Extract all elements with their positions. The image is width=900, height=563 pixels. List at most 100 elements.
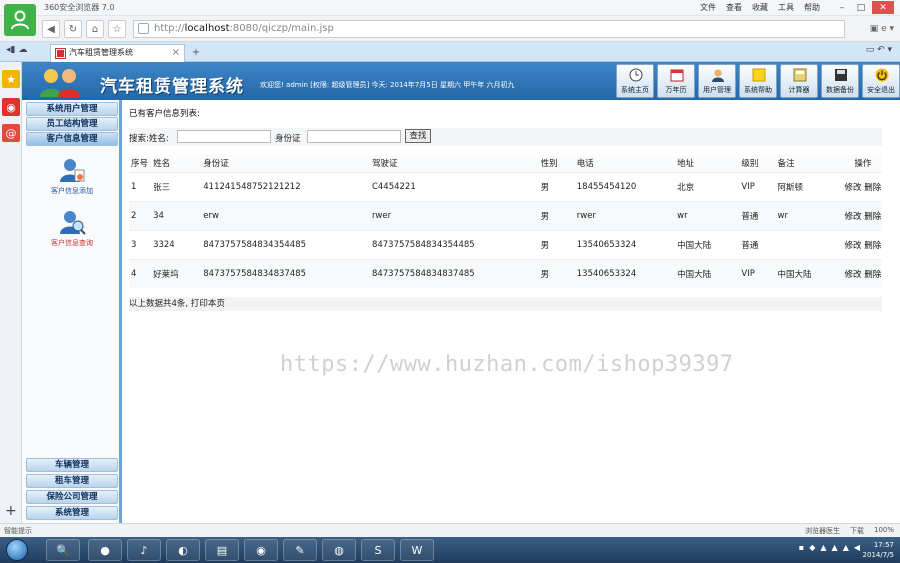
- taskbar-eclipse-icon[interactable]: S: [361, 539, 395, 561]
- delete-link[interactable]: 删除: [864, 270, 881, 280]
- status-hint[interactable]: 智能提示: [4, 526, 32, 536]
- delete-link[interactable]: 删除: [864, 212, 881, 222]
- tab-tools-icon[interactable]: ▭ ↶ ▾: [866, 45, 892, 55]
- browser-menu-bar: 文件 查看 收藏 工具 帮助: [700, 2, 820, 13]
- nav-rental[interactable]: 租车管理: [26, 474, 118, 488]
- id-card-search-input[interactable]: [307, 130, 401, 143]
- delete-link[interactable]: 删除: [864, 183, 881, 193]
- tray-icon[interactable]: ▲: [832, 543, 838, 552]
- tray-icon[interactable]: ◆: [809, 543, 815, 552]
- tab-strip: ◂▮ ☁ 汽车租赁管理系统 × + ▭ ↶ ▾: [0, 42, 900, 62]
- tray-icon[interactable]: ▲: [843, 543, 849, 552]
- menu-view[interactable]: 查看: [726, 2, 742, 13]
- email-icon[interactable]: @: [2, 124, 20, 142]
- delete-link[interactable]: 删除: [864, 241, 881, 251]
- customer-add-icon: [58, 156, 86, 184]
- taskbar-search-icon[interactable]: 🔍: [46, 539, 80, 561]
- watermark: https://www.huzhan.com/ishop39397: [280, 352, 734, 377]
- taskbar-itunes-icon[interactable]: ♪: [127, 539, 161, 561]
- clock-icon: [629, 68, 643, 82]
- nav-customer-add[interactable]: 客户信息添加: [26, 156, 118, 196]
- col-operation: 操作: [841, 155, 882, 172]
- taskbar-tool-icon[interactable]: ✎: [283, 539, 317, 561]
- tab-main[interactable]: 汽车租赁管理系统 ×: [50, 44, 185, 62]
- nav-system[interactable]: 系统管理: [26, 506, 118, 520]
- compat-mode-icon[interactable]: ▣ e ▾: [870, 24, 894, 34]
- data-backup-button[interactable]: 数据备份: [821, 64, 859, 98]
- browser-title: 360安全浏览器 7.0: [44, 3, 115, 12]
- back-icon[interactable]: ◀: [42, 20, 60, 38]
- nav-insurance-company[interactable]: 保险公司管理: [26, 490, 118, 504]
- calculator-button[interactable]: 计算器: [780, 64, 818, 98]
- refresh-icon[interactable]: ↻: [64, 20, 82, 38]
- taskbar-360-browser-icon[interactable]: ●: [88, 539, 122, 561]
- edit-link[interactable]: 修改: [845, 241, 862, 251]
- col-index: 序号: [129, 155, 152, 172]
- maximize-icon[interactable]: □: [853, 1, 869, 14]
- col-license: 驾驶证: [369, 155, 539, 172]
- home-page-button[interactable]: 系统主页: [616, 64, 654, 98]
- search-button[interactable]: 查找: [405, 129, 431, 143]
- close-icon[interactable]: ✕: [872, 1, 894, 14]
- menu-file[interactable]: 文件: [700, 2, 716, 13]
- add-icon[interactable]: +: [5, 503, 17, 519]
- nav-system-users[interactable]: 系统用户管理: [26, 102, 118, 116]
- new-tab-icon[interactable]: +: [189, 46, 203, 60]
- power-icon: [875, 68, 889, 82]
- table-row: 1 张三 411241548752121212 C4454221 男 18455…: [129, 171, 882, 201]
- system-help-button[interactable]: 系统帮助: [739, 64, 777, 98]
- edit-link[interactable]: 修改: [845, 270, 862, 280]
- nav-staff-structure[interactable]: 员工结构管理: [26, 117, 118, 131]
- col-address: 地址: [675, 155, 740, 172]
- nav-customer-info[interactable]: 客户信息管理: [26, 132, 118, 146]
- download-button[interactable]: 下载: [850, 526, 864, 536]
- record-count-footer[interactable]: 以上数据共4条, 打印本页: [129, 297, 882, 311]
- star-icon[interactable]: ☆: [108, 20, 126, 38]
- taskbar-word-icon[interactable]: W: [400, 539, 434, 561]
- user-management-button[interactable]: 用户管理: [698, 64, 736, 98]
- page-icon: [138, 23, 149, 34]
- taskbar-folder-icon[interactable]: ▤: [205, 539, 239, 561]
- app-title: 汽车租赁管理系统: [100, 77, 244, 97]
- menu-help[interactable]: 帮助: [804, 2, 820, 13]
- menu-favorites[interactable]: 收藏: [752, 2, 768, 13]
- start-button-icon[interactable]: [6, 539, 28, 561]
- address-bar: ◀ ↻ ⌂ ☆ http://localhost:8080/qiczp/main…: [0, 16, 900, 42]
- favorites-star-icon[interactable]: ★: [2, 70, 20, 88]
- status-tools: 浏览器医生 下载 100%: [805, 526, 894, 536]
- taskbar-clock[interactable]: 17:57 2014/7/5: [863, 540, 894, 560]
- menu-tools[interactable]: 工具: [778, 2, 794, 13]
- tray-icon[interactable]: ▪: [799, 543, 804, 552]
- edit-link[interactable]: 修改: [845, 183, 862, 193]
- col-phone: 电话: [574, 155, 676, 172]
- main-content: 已有客户信息列表: 搜索:姓名: 身份证 查找 序号 姓名 身份证 驾驶证 性别…: [125, 100, 900, 523]
- browser-doctor-button[interactable]: 浏览器医生: [805, 526, 840, 536]
- col-remark: 备注: [775, 155, 842, 172]
- nav-customer-query[interactable]: 客户信息查询: [26, 208, 118, 248]
- tab-close-icon[interactable]: ×: [172, 45, 180, 61]
- welcome-text: 欢迎您! admin [权限: 超级管理员] 今天: 2014年7月5日 星期六…: [260, 81, 515, 89]
- volume-icon[interactable]: ◀: [854, 543, 860, 552]
- disk-icon: [834, 68, 848, 82]
- app-header: 汽车租赁管理系统 欢迎您! admin [权限: 超级管理员] 今天: 2014…: [22, 62, 900, 100]
- name-search-input[interactable]: [177, 130, 271, 143]
- zoom-level[interactable]: 100%: [874, 526, 894, 536]
- app-toolbar: 系统主页 万年历 用户管理 系统帮助 计算器 数据备份 安全退出: [616, 64, 900, 98]
- home-icon[interactable]: ⌂: [86, 20, 104, 38]
- sidebar-toggle-icon[interactable]: ◂▮ ☁: [6, 45, 27, 55]
- taskbar-media-icon[interactable]: ◐: [166, 539, 200, 561]
- name-label: 搜索:姓名:: [129, 134, 169, 144]
- system-tray: ▪ ◆ ▲ ▲ ▲ ◀: [799, 543, 860, 552]
- calendar-button[interactable]: 万年历: [657, 64, 695, 98]
- edit-link[interactable]: 修改: [845, 212, 862, 222]
- taskbar: 🔍 ● ♪ ◐ ▤ ◉ ✎ ◍ S W ▪ ◆ ▲ ▲ ▲ ◀ 17:57 20…: [0, 537, 900, 563]
- minimize-icon[interactable]: –: [834, 1, 850, 14]
- weibo-icon[interactable]: ◉: [2, 98, 20, 116]
- logout-button[interactable]: 安全退出: [862, 64, 900, 98]
- tray-icon[interactable]: ▲: [820, 543, 826, 552]
- url-input[interactable]: http://localhost:8080/qiczp/main.jsp: [133, 20, 845, 38]
- col-gender: 性别: [538, 155, 575, 172]
- taskbar-globe-icon[interactable]: ◍: [322, 539, 356, 561]
- nav-vehicle[interactable]: 车辆管理: [26, 458, 118, 472]
- taskbar-qq-icon[interactable]: ◉: [244, 539, 278, 561]
